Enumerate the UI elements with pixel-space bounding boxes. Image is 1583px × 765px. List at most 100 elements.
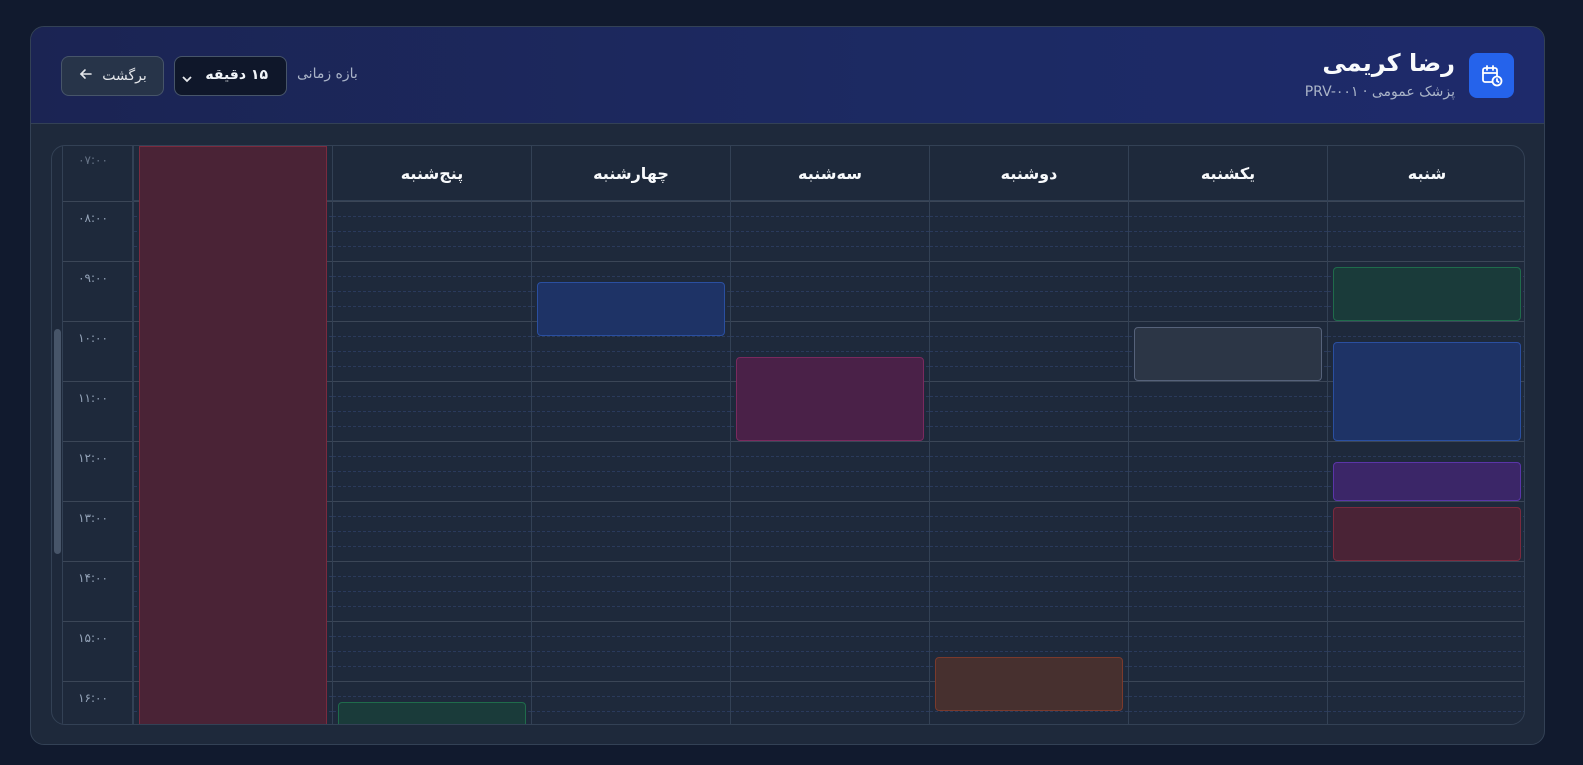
quarter-slot[interactable] [532,411,730,412]
quarter-slot[interactable] [1328,591,1524,592]
quarter-slot[interactable] [731,471,929,472]
quarter-slot[interactable] [731,516,929,517]
quarter-slot[interactable] [1129,651,1327,652]
quarter-slot[interactable] [930,351,1128,352]
quarter-slot[interactable] [1129,576,1327,577]
quarter-slot[interactable] [930,711,1128,712]
quarter-slot[interactable] [333,366,531,367]
appointment-block[interactable] [338,702,526,724]
quarter-slot[interactable] [930,546,1128,547]
quarter-slot[interactable] [1129,711,1327,712]
quarter-slot[interactable] [1328,666,1524,667]
quarter-slot[interactable] [333,336,531,337]
quarter-slot[interactable] [731,291,929,292]
quarter-slot[interactable] [930,366,1128,367]
quarter-slot[interactable] [930,426,1128,427]
quarter-slot[interactable] [930,291,1128,292]
quarter-slot[interactable] [532,696,730,697]
quarter-slot[interactable] [333,606,531,607]
quarter-slot[interactable] [333,486,531,487]
appointment-block[interactable] [1134,327,1322,381]
quarter-slot[interactable] [532,426,730,427]
quarter-slot[interactable] [333,576,531,577]
quarter-slot[interactable] [731,486,929,487]
quarter-slot[interactable] [333,291,531,292]
quarter-slot[interactable] [333,231,531,232]
quarter-slot[interactable] [333,546,531,547]
quarter-slot[interactable] [1328,606,1524,607]
quarter-slot[interactable] [731,576,929,577]
quarter-slot[interactable] [1129,246,1327,247]
quarter-slot[interactable] [1129,276,1327,277]
quarter-slot[interactable] [731,216,929,217]
quarter-slot[interactable] [333,276,531,277]
quarter-slot[interactable] [532,366,730,367]
quarter-slot[interactable] [731,546,929,547]
quarter-slot[interactable] [1328,216,1524,217]
quarter-slot[interactable] [532,516,730,517]
quarter-slot[interactable] [1129,531,1327,532]
quarter-slot[interactable] [1328,711,1524,712]
quarter-slot[interactable] [532,456,730,457]
quarter-slot[interactable] [1129,411,1327,412]
quarter-slot[interactable] [731,531,929,532]
quarter-slot[interactable] [532,711,730,712]
quarter-slot[interactable] [532,636,730,637]
quarter-slot[interactable] [1129,396,1327,397]
quarter-slot[interactable] [1129,216,1327,217]
quarter-slot[interactable] [532,546,730,547]
quarter-slot[interactable] [333,516,531,517]
quarter-slot[interactable] [333,471,531,472]
quarter-slot[interactable] [930,606,1128,607]
quarter-slot[interactable] [731,591,929,592]
quarter-slot[interactable] [930,576,1128,577]
quarter-slot[interactable] [333,216,531,217]
quarter-slot[interactable] [930,216,1128,217]
quarter-slot[interactable] [731,336,929,337]
quarter-slot[interactable] [1129,291,1327,292]
quarter-slot[interactable] [1328,246,1524,247]
quarter-slot[interactable] [731,711,929,712]
quarter-slot[interactable] [930,246,1128,247]
quarter-slot[interactable] [333,456,531,457]
quarter-slot[interactable] [731,456,929,457]
quarter-slot[interactable] [333,411,531,412]
quarter-slot[interactable] [731,306,929,307]
appointment-block[interactable] [1333,507,1521,561]
quarter-slot[interactable] [532,471,730,472]
quarter-slot[interactable] [930,591,1128,592]
quarter-slot[interactable] [532,231,730,232]
quarter-slot[interactable] [731,666,929,667]
appointment-block[interactable] [736,357,924,441]
quarter-slot[interactable] [333,246,531,247]
quarter-slot[interactable] [532,666,730,667]
appointment-block[interactable] [1333,267,1521,321]
quarter-slot[interactable] [731,231,929,232]
quarter-slot[interactable] [1129,516,1327,517]
quarter-slot[interactable] [930,486,1128,487]
time-range-select[interactable]: ۱۵ دقیقه [174,56,287,96]
quarter-slot[interactable] [333,651,531,652]
quarter-slot[interactable] [532,591,730,592]
quarter-slot[interactable] [532,486,730,487]
quarter-slot[interactable] [1328,456,1524,457]
quarter-slot[interactable] [333,666,531,667]
quarter-slot[interactable] [1129,306,1327,307]
quarter-slot[interactable] [532,576,730,577]
quarter-slot[interactable] [1129,696,1327,697]
quarter-slot[interactable] [731,636,929,637]
quarter-slot[interactable] [1129,456,1327,457]
quarter-slot[interactable] [333,531,531,532]
appointment-block[interactable] [1333,342,1521,441]
quarter-slot[interactable] [1129,591,1327,592]
quarter-slot[interactable] [1328,651,1524,652]
quarter-slot[interactable] [532,276,730,277]
back-button[interactable]: برگشت [61,56,164,96]
quarter-slot[interactable] [930,231,1128,232]
quarter-slot[interactable] [1328,576,1524,577]
quarter-slot[interactable] [930,471,1128,472]
quarter-slot[interactable] [532,396,730,397]
quarter-slot[interactable] [1328,636,1524,637]
quarter-slot[interactable] [930,336,1128,337]
quarter-slot[interactable] [930,651,1128,652]
